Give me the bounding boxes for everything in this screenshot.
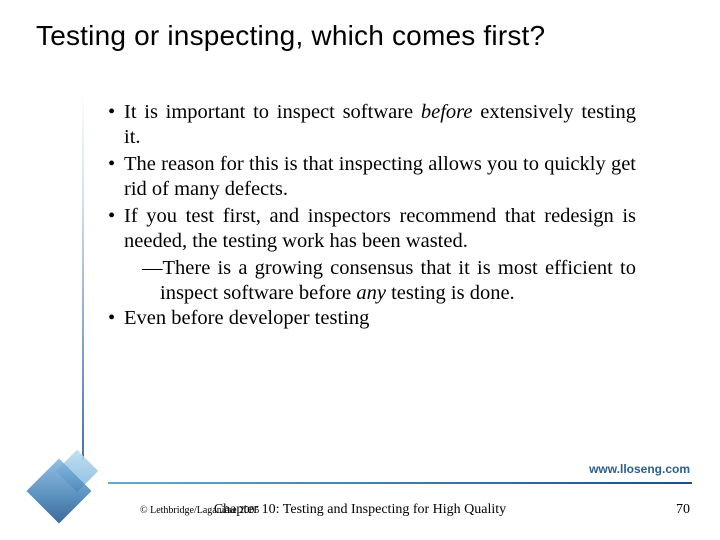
footer-chapter: Chapter 10: Testing and Inspecting for H… xyxy=(0,502,720,518)
bullet-emphasis: any xyxy=(356,282,386,304)
bullet-item: Even before developer testing xyxy=(108,306,636,331)
decorative-line xyxy=(82,90,84,460)
bullet-list: It is important to inspect software befo… xyxy=(108,100,636,331)
bullet-text: It is important to inspect software xyxy=(124,101,421,123)
bullet-text: testing is done. xyxy=(386,282,515,304)
bullet-text: The reason for this is that inspecting a… xyxy=(124,153,636,200)
bullet-item: It is important to inspect software befo… xyxy=(108,100,636,150)
bullet-emphasis: before xyxy=(421,101,473,123)
slide-footer: www.lloseng.com © Lethbridge/Laganière 2… xyxy=(0,440,720,540)
slide-body: It is important to inspect software befo… xyxy=(108,100,636,331)
bullet-text: Even before developer testing xyxy=(124,307,369,329)
bullet-item: If you test first, and inspectors recomm… xyxy=(108,204,636,254)
footer-url: www.lloseng.com xyxy=(589,462,690,476)
footer-page-number: 70 xyxy=(676,502,690,518)
bullet-item: The reason for this is that inspecting a… xyxy=(108,152,636,202)
slide-title: Testing or inspecting, which comes first… xyxy=(36,20,680,52)
slide: Testing or inspecting, which comes first… xyxy=(0,0,720,540)
footer-rule xyxy=(108,482,692,484)
sub-bullet-item: —There is a growing consensus that it is… xyxy=(126,256,636,306)
bullet-text: If you test first, and inspectors recomm… xyxy=(124,205,636,252)
